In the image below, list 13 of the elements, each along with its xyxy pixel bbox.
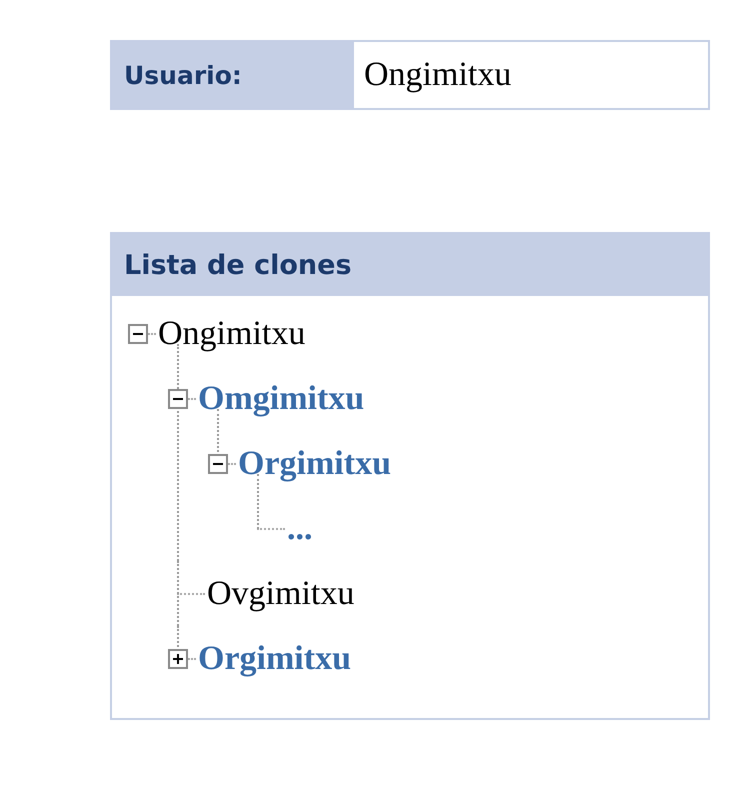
expand-icon[interactable] bbox=[168, 648, 188, 668]
user-value: Ongimitxu bbox=[363, 55, 512, 95]
panel-title: Lista de clones bbox=[112, 234, 708, 296]
clone-link[interactable]: Orgimitxu bbox=[238, 444, 391, 482]
collapse-icon[interactable] bbox=[168, 388, 188, 408]
clone-link[interactable]: Omgimitxu bbox=[198, 380, 364, 418]
collapse-icon[interactable] bbox=[128, 324, 148, 344]
collapse-icon[interactable] bbox=[208, 454, 228, 474]
clone-link[interactable]: ... bbox=[287, 510, 312, 548]
clone-link[interactable]: Orgimitxu bbox=[198, 640, 351, 678]
user-label: Usuario: bbox=[112, 42, 354, 108]
clone-name: Ovgimitxu bbox=[207, 574, 354, 612]
clone-name: Ongimitxu bbox=[158, 314, 306, 352]
